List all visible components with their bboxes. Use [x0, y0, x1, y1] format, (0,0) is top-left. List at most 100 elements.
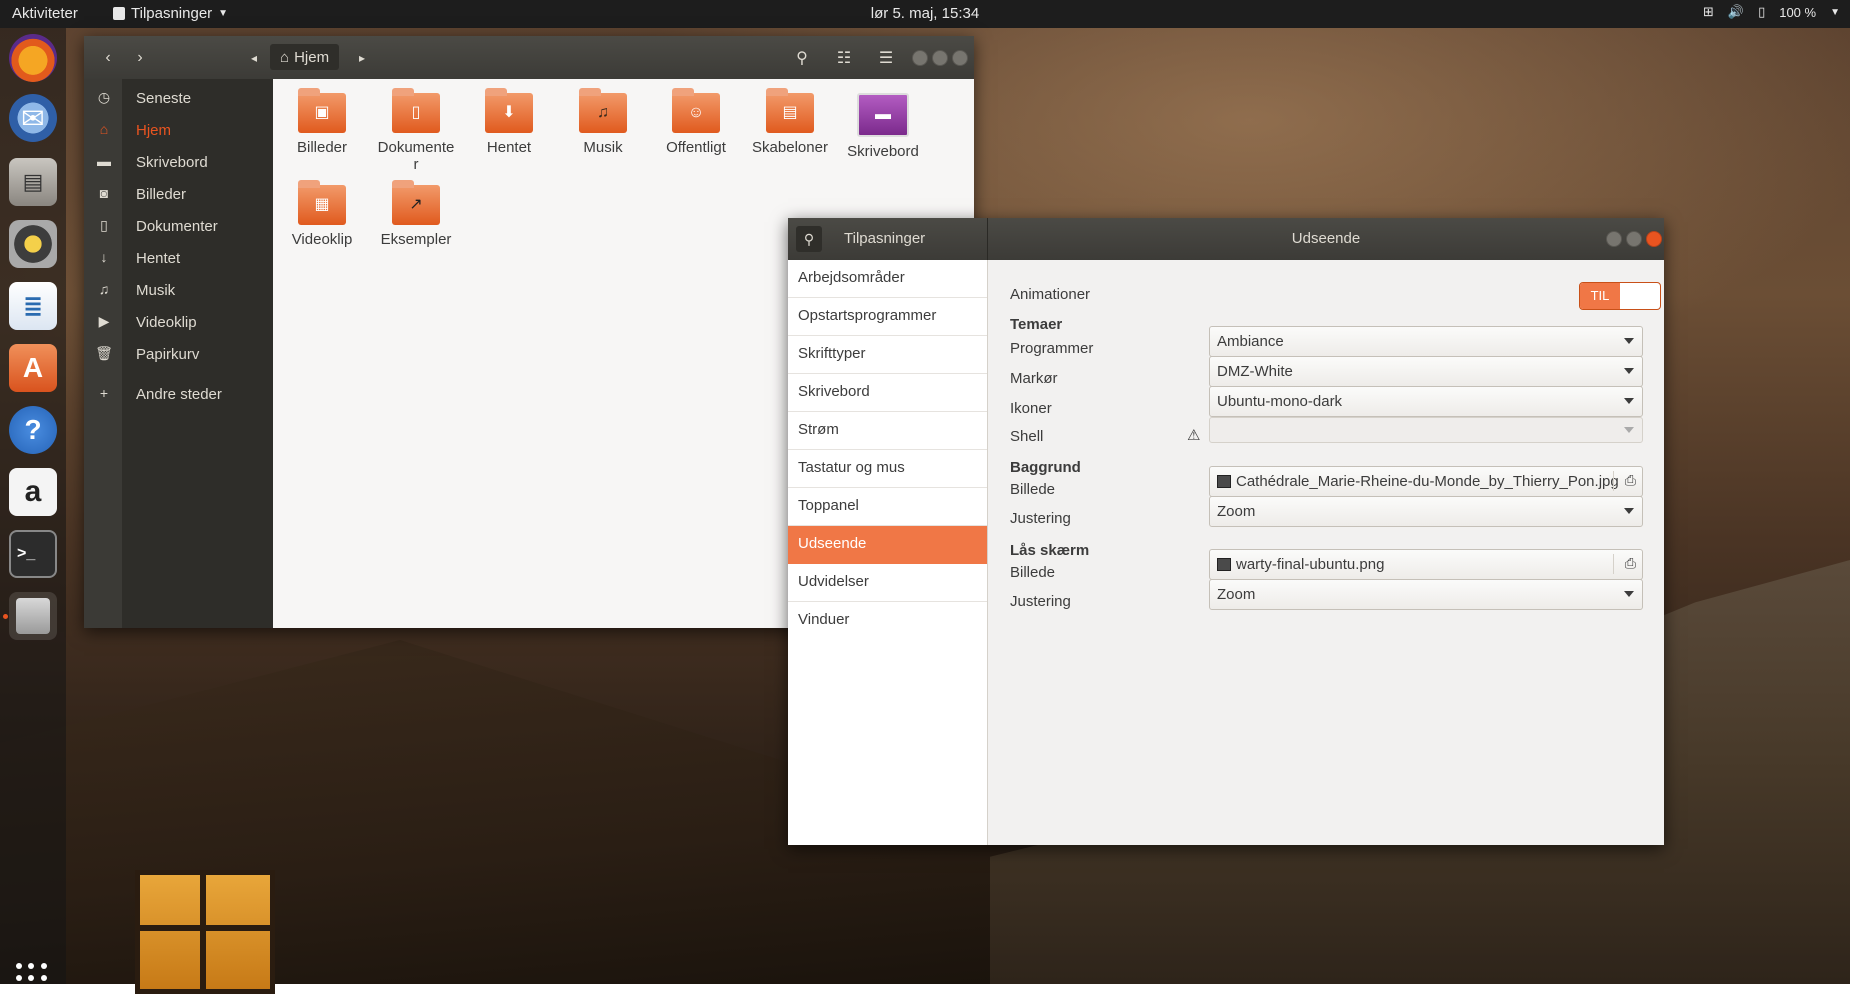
- activities-button[interactable]: Aktiviteter: [12, 5, 78, 22]
- volume-icon: 🔊: [1727, 4, 1745, 19]
- music-icon: ♫: [98, 281, 110, 297]
- hamburger-icon: ☰: [878, 50, 894, 67]
- search-button[interactable]: ⚲: [788, 45, 816, 71]
- folder-examples[interactable]: ↗ Eksempler: [370, 175, 462, 248]
- maximize-button[interactable]: [932, 50, 948, 66]
- software-center-icon[interactable]: A: [9, 344, 57, 392]
- clock[interactable]: lør 5. maj, 15:34: [871, 5, 979, 22]
- folder-label: Skabeloner: [752, 139, 828, 156]
- folder-documents[interactable]: ▯ Dokumenter: [370, 83, 462, 173]
- background-adjust-select[interactable]: Zoom: [1209, 496, 1643, 527]
- chevron-down-icon: ▼: [218, 8, 229, 19]
- sidebar-item-downloads[interactable]: ↓ Hentet: [84, 245, 273, 273]
- tab-label: Skrifttyper: [798, 345, 866, 362]
- sidebar-item-videos[interactable]: ▶ Videoklip: [84, 309, 273, 337]
- tweaks-sidebar: Arbejdsområder Opstartsprogrammer Skrift…: [788, 260, 988, 845]
- sidebar-item-label: Musik: [136, 282, 176, 299]
- sidebar-item-desktop[interactable]: ▬ Skrivebord: [84, 149, 273, 177]
- page-title: Udseende: [1291, 230, 1361, 247]
- shell-theme-select[interactable]: [1209, 417, 1643, 443]
- close-button[interactable]: [952, 50, 968, 66]
- lock-image-chooser[interactable]: warty-final-ubuntu.png ⎙: [1209, 549, 1643, 580]
- view-toggle-button[interactable]: ☷: [830, 45, 858, 71]
- terminal-icon[interactable]: >_: [9, 530, 57, 578]
- tab-label: Udvidelser: [798, 573, 869, 590]
- animations-switch[interactable]: TIL: [1579, 282, 1661, 310]
- sidebar-item-home[interactable]: ⌂ Hjem: [84, 117, 273, 145]
- background-image-chooser[interactable]: Cathédrale_Marie-Rheine-du-Monde_by_Thie…: [1209, 466, 1643, 497]
- sidebar-item-trash[interactable]: 🗑 Papirkurv: [84, 341, 273, 369]
- sidebar-item-other-locations[interactable]: + Andre steder: [84, 381, 273, 409]
- minimize-button[interactable]: [1606, 231, 1622, 247]
- folder-desktop[interactable]: ▬ Skrivebord: [837, 83, 929, 160]
- breadcrumb[interactable]: ⌂ Hjem: [270, 44, 340, 70]
- minimize-button[interactable]: [912, 50, 928, 66]
- sidebar-item-recent[interactable]: ◷ Seneste: [84, 85, 273, 113]
- cursor-theme-select[interactable]: DMZ-White: [1209, 356, 1643, 387]
- firefox-icon[interactable]: [9, 34, 57, 82]
- trash-icon: 🗑: [95, 345, 113, 361]
- sidebar-item-label: Hentet: [136, 250, 181, 267]
- sidebar-item-pictures[interactable]: ◙ Billeder: [84, 181, 273, 209]
- amazon-icon[interactable]: a: [9, 468, 57, 516]
- folder-pictures[interactable]: ▣ Billeder: [276, 83, 368, 156]
- tab-fonts[interactable]: Skrifttyper: [788, 336, 987, 374]
- close-button[interactable]: [1646, 231, 1662, 247]
- tab-workspaces[interactable]: Arbejdsområder: [788, 260, 987, 298]
- tab-keyboard-mouse[interactable]: Tastatur og mus: [788, 450, 987, 488]
- tab-top-bar[interactable]: Toppanel: [788, 488, 987, 526]
- forward-button[interactable]: ›: [126, 45, 154, 71]
- tab-windows[interactable]: Vinduer: [788, 602, 987, 639]
- search-button[interactable]: ⚲: [796, 226, 822, 252]
- folder-videos[interactable]: ▦ Videoklip: [276, 175, 368, 248]
- shell-label: Shell: [1010, 428, 1044, 445]
- battery-percent: 100 %: [1779, 4, 1817, 20]
- icon-theme-select[interactable]: Ubuntu-mono-dark: [1209, 386, 1643, 417]
- back-button[interactable]: ‹: [94, 45, 122, 71]
- folder-downloads[interactable]: ⬇ Hentet: [463, 83, 555, 156]
- folder-label: Videoklip: [291, 231, 353, 248]
- tweaks-icon[interactable]: [9, 592, 57, 640]
- sidebar-item-label: Billeder: [136, 186, 187, 203]
- sidebar-item-label: Seneste: [136, 90, 192, 107]
- tab-startup-applications[interactable]: Opstartsprogrammer: [788, 298, 987, 336]
- top-bar: Aktiviteter Tilpasninger ▼ lør 5. maj, 1…: [0, 0, 1850, 28]
- show-applications-button[interactable]: [16, 963, 48, 995]
- tab-label: Strøm: [798, 421, 839, 438]
- lock-adjust-select[interactable]: Zoom: [1209, 579, 1643, 610]
- tweaks-app-icon: [113, 7, 125, 20]
- image-file-icon: [1217, 558, 1231, 571]
- folder-templates[interactable]: ▤ Skabeloner: [744, 83, 836, 156]
- tab-label: Arbejdsområder: [798, 269, 905, 286]
- folder-music[interactable]: ♫ Musik: [557, 83, 649, 156]
- battery-icon: ▯: [1758, 4, 1766, 19]
- folder-public[interactable]: ☺ Offentligt: [650, 83, 742, 156]
- app-menu[interactable]: Tilpasninger ▼: [113, 5, 228, 22]
- tab-label: Toppanel: [798, 497, 859, 514]
- rhythmbox-icon[interactable]: [9, 220, 57, 268]
- thunderbird-icon[interactable]: ✉: [9, 94, 57, 142]
- path-right-button[interactable]: ▸: [348, 45, 376, 71]
- tab-extensions[interactable]: Udvidelser: [788, 564, 987, 602]
- tab-appearance[interactable]: Udseende: [788, 526, 987, 564]
- menu-button[interactable]: ☰: [872, 45, 900, 71]
- files-icon[interactable]: ▤: [9, 158, 57, 206]
- tab-desktop[interactable]: Skrivebord: [788, 374, 987, 412]
- tab-power[interactable]: Strøm: [788, 412, 987, 450]
- cursor-label: Markør: [1010, 370, 1058, 387]
- lock-image-label: Billede: [1010, 564, 1056, 581]
- path-left-button[interactable]: ◂: [240, 45, 268, 71]
- folder-label: Musik: [583, 139, 623, 156]
- writer-icon[interactable]: ≣: [9, 282, 57, 330]
- sidebar-item-label: Skrivebord: [136, 154, 208, 171]
- music-folder-icon: ♫: [579, 88, 627, 133]
- maximize-button[interactable]: [1626, 231, 1642, 247]
- file-name: warty-final-ubuntu.png: [1236, 556, 1385, 573]
- folder-label: Skrivebord: [847, 143, 919, 160]
- system-tray[interactable]: ⊞ 🔊 ▯ 100 % ▼: [1703, 4, 1840, 20]
- sidebar-item-music[interactable]: ♫ Musik: [84, 277, 273, 305]
- programs-label: Programmer: [1010, 340, 1094, 357]
- programs-theme-select[interactable]: Ambiance: [1209, 326, 1643, 357]
- sidebar-item-documents[interactable]: ▯ Dokumenter: [84, 213, 273, 241]
- help-icon[interactable]: ?: [9, 406, 57, 454]
